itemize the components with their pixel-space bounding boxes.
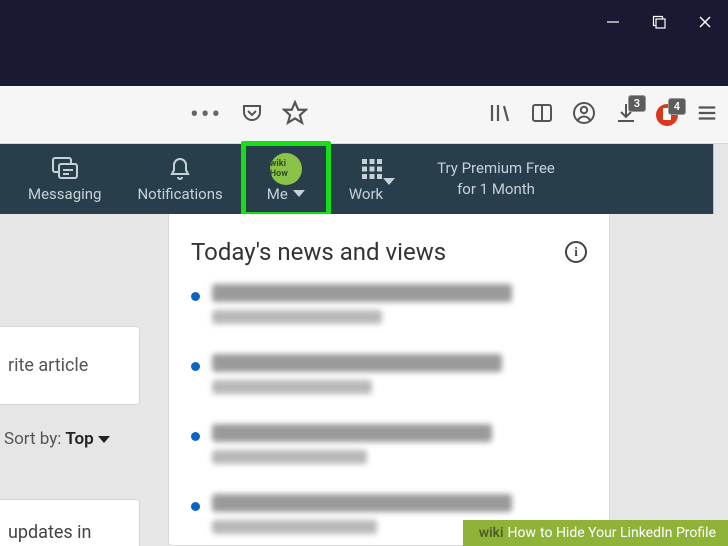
nav-label: Notifications [137, 185, 222, 203]
write-article-card[interactable]: rite article [0, 326, 140, 405]
browser-toolbar: ••• 3 4 [0, 86, 728, 144]
chevron-down-icon [98, 436, 110, 443]
ublock-badge: 4 [668, 98, 686, 115]
linkedin-navbar: Messaging Notifications wiki How Me Work… [0, 144, 728, 214]
nav-notifications[interactable]: Notifications [119, 144, 240, 214]
page-content: rite article Sort by: Top updates in Tod… [0, 214, 728, 546]
updates-text: updates in [8, 522, 91, 543]
sort-control[interactable]: Sort by: Top [0, 423, 140, 455]
updates-card[interactable]: updates in [0, 499, 140, 546]
watermark-text: to Hide Your LinkedIn Profile [540, 525, 716, 541]
maximize-button[interactable] [636, 8, 682, 36]
pocket-icon[interactable] [240, 101, 264, 129]
nav-label: Me [267, 185, 288, 203]
sidebar-icon[interactable] [530, 101, 554, 129]
scrollbar-thumb[interactable] [716, 146, 726, 168]
news-title: Today's news and views [191, 238, 446, 266]
avatar: wiki How [270, 156, 302, 182]
window-titlebar [0, 0, 728, 42]
hamburger-menu-icon[interactable] [696, 102, 718, 128]
bullet-icon [191, 292, 200, 301]
bookmark-star-icon[interactable] [282, 100, 308, 130]
nav-label: Messaging [28, 185, 101, 203]
browser-tabstrip [0, 42, 728, 86]
bullet-icon [191, 502, 200, 511]
news-card: Today's news and views i [168, 214, 610, 546]
ublock-icon[interactable]: 4 [656, 104, 678, 126]
nav-premium[interactable]: Try Premium Free for 1 Month [413, 144, 579, 214]
news-item[interactable] [191, 354, 587, 402]
premium-line2: for 1 Month [437, 179, 555, 200]
close-button[interactable] [682, 8, 728, 36]
library-icon[interactable] [488, 101, 512, 129]
downloads-badge: 3 [628, 95, 646, 112]
bell-icon [168, 156, 192, 182]
bullet-icon [191, 362, 200, 371]
page-actions-icon[interactable]: ••• [190, 100, 222, 130]
write-article-text: rite article [8, 355, 88, 376]
news-item[interactable] [191, 284, 587, 332]
sort-value: Top [65, 429, 93, 449]
minimize-button[interactable] [590, 8, 636, 36]
nav-work[interactable]: Work [331, 144, 413, 214]
sort-label: Sort by: [4, 429, 61, 449]
grid-icon [361, 156, 383, 182]
nav-label: Work [349, 185, 383, 203]
info-icon[interactable]: i [565, 241, 587, 263]
messaging-icon [51, 156, 79, 182]
chevron-down-icon [383, 178, 395, 203]
wikihow-watermark: wikiHow to Hide Your LinkedIn Profile [463, 520, 728, 546]
nav-me[interactable]: wiki How Me [241, 144, 331, 214]
premium-line1: Try Premium Free [437, 158, 555, 179]
nav-messaging[interactable]: Messaging [0, 144, 119, 214]
watermark-prefix: wiki [479, 525, 504, 541]
chevron-down-icon [293, 190, 305, 197]
watermark-suffix: How [508, 525, 537, 541]
bullet-icon [191, 432, 200, 441]
downloads-icon[interactable]: 3 [614, 101, 638, 129]
news-item[interactable] [191, 424, 587, 472]
account-icon[interactable] [572, 101, 596, 129]
